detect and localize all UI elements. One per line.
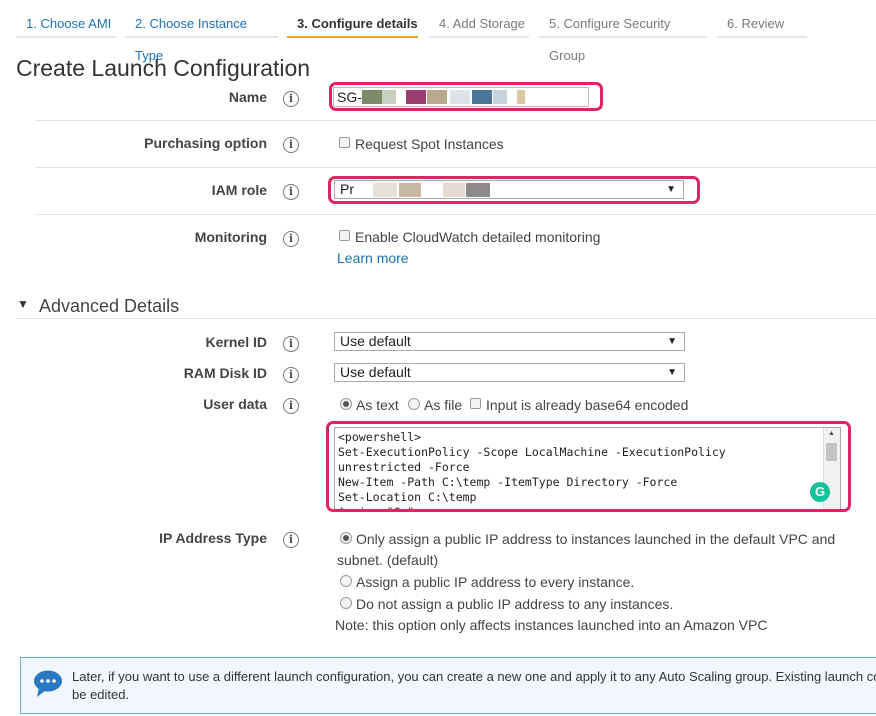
ip-option-default-label-cont: subnet. (default) <box>337 552 439 568</box>
page-title: Create Launch Configuration <box>16 55 311 81</box>
tab-configure-details[interactable]: 3. Configure details <box>287 8 418 38</box>
ip-option-every-label: Assign a public IP address to every inst… <box>356 574 635 590</box>
tab-configure-security-group: 5. Configure Security Group <box>539 8 707 63</box>
ip-note: Note: this option only affects instances… <box>335 617 768 633</box>
divider <box>35 214 876 215</box>
info-banner-line1: Later, if you want to use a different la… <box>72 669 876 684</box>
advanced-details-heading[interactable]: Advanced Details <box>39 296 179 317</box>
info-icon[interactable]: i <box>283 91 299 107</box>
caret-down-icon[interactable]: ▼ <box>17 297 29 311</box>
info-banner-line2: be edited. <box>72 687 130 702</box>
highlight-name <box>329 82 603 111</box>
divider <box>35 167 876 168</box>
purchasing-option-label: Purchasing option <box>144 135 267 151</box>
tab-choose-ami[interactable]: 1. Choose AMI <box>16 8 116 38</box>
as-file-label: As file <box>424 397 463 413</box>
as-text-label: As text <box>356 397 399 413</box>
ip-option-default-label: Only assign a public IP address to insta… <box>356 531 836 547</box>
learn-more-link[interactable]: Learn more <box>337 250 409 266</box>
highlight-user-data <box>326 421 851 512</box>
cloudwatch-monitoring-checkbox[interactable] <box>339 230 350 241</box>
divider <box>16 318 876 319</box>
highlight-iam-role <box>328 176 700 204</box>
request-spot-checkbox[interactable] <box>339 137 350 148</box>
monitoring-label: Monitoring <box>194 229 267 245</box>
iam-role-label: IAM role <box>211 182 267 198</box>
cloudwatch-monitoring-label: Enable CloudWatch detailed monitoring <box>355 229 601 245</box>
ip-option-none-label: Do not assign a public IP address to any… <box>356 596 674 612</box>
user-data-label: User data <box>203 396 267 412</box>
chevron-down-icon: ▼ <box>667 336 677 347</box>
info-icon[interactable]: i <box>283 184 299 200</box>
info-icon[interactable]: i <box>283 231 299 247</box>
info-icon[interactable]: i <box>283 398 299 414</box>
ram-disk-id-value: Use default <box>340 364 411 380</box>
ip-address-type-label: IP Address Type <box>159 530 267 546</box>
as-file-radio[interactable] <box>408 398 420 410</box>
tab-review: 6. Review <box>717 8 807 38</box>
base64-checkbox[interactable] <box>470 398 481 409</box>
info-icon[interactable]: i <box>283 137 299 153</box>
ram-disk-id-label: RAM Disk ID <box>183 365 267 381</box>
chevron-down-icon: ▼ <box>667 367 677 378</box>
ip-option-every-radio[interactable] <box>340 575 352 587</box>
ram-disk-id-select[interactable]: Use default ▼ <box>334 363 685 382</box>
kernel-id-label: Kernel ID <box>205 334 267 350</box>
info-icon[interactable]: i <box>283 367 299 383</box>
info-icon[interactable]: i <box>283 336 299 352</box>
kernel-id-select[interactable]: Use default ▼ <box>334 332 685 351</box>
tab-choose-instance-type[interactable]: 2. Choose Instance Type <box>125 8 278 63</box>
info-icon[interactable]: i <box>283 532 299 548</box>
divider <box>35 120 876 121</box>
ip-option-default-radio[interactable] <box>340 532 352 544</box>
kernel-id-value: Use default <box>340 333 411 349</box>
tab-add-storage: 4. Add Storage <box>429 8 529 38</box>
chat-bubble-icon <box>33 670 63 697</box>
name-label: Name <box>228 89 267 105</box>
request-spot-label: Request Spot Instances <box>355 136 504 152</box>
base64-label: Input is already base64 encoded <box>486 397 689 413</box>
as-text-radio[interactable] <box>340 398 352 410</box>
ip-option-none-radio[interactable] <box>340 597 352 609</box>
info-banner: Later, if you want to use a different la… <box>20 657 876 714</box>
